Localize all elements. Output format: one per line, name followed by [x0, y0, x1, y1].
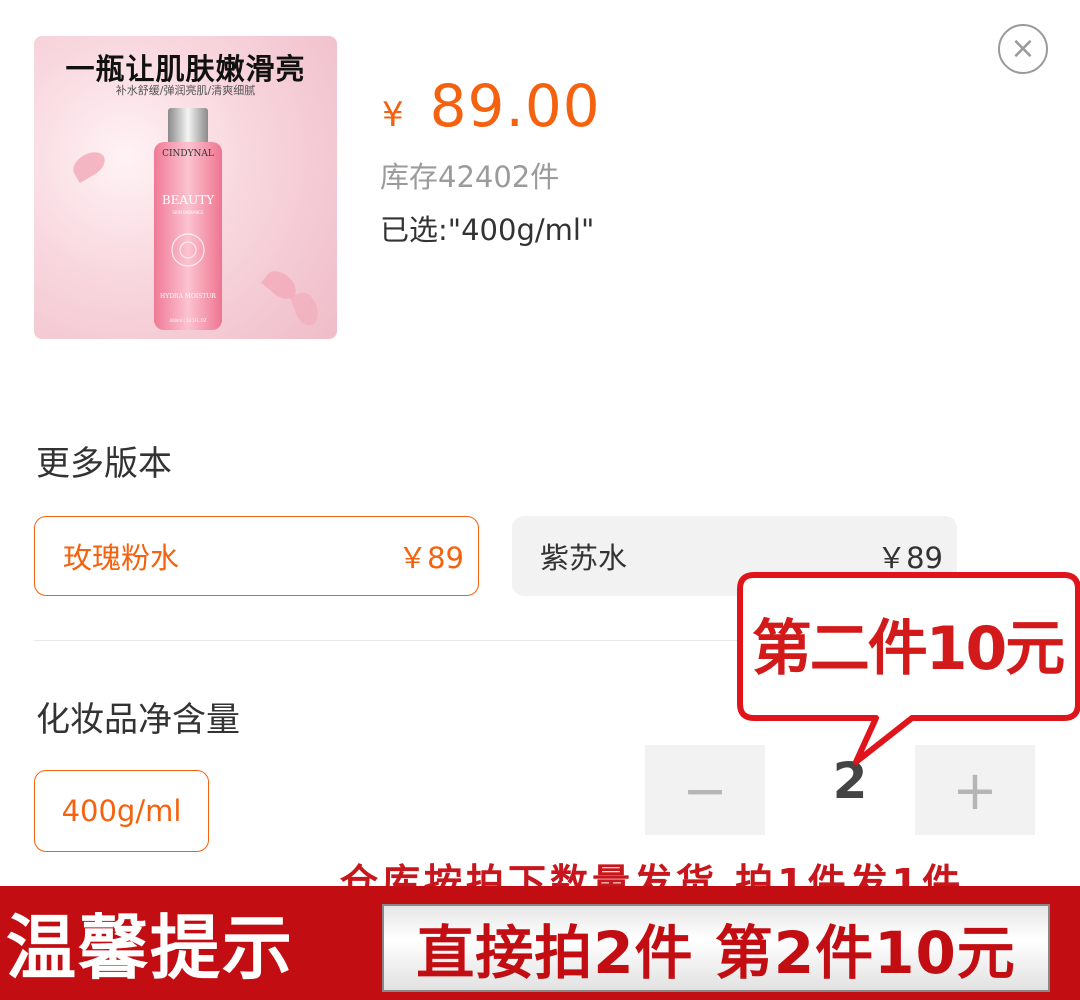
promo-callout-text: 第二件10元	[751, 614, 1066, 684]
version-option-price: ￥89	[877, 541, 943, 575]
net-content-title: 化妆品净含量	[36, 700, 240, 740]
petal-decoration	[68, 146, 110, 184]
version-option-name: 玫瑰粉水	[63, 541, 180, 575]
tip-text: 直接拍2件 第2件10元	[382, 904, 1050, 992]
version-option-rose[interactable]: 玫瑰粉水 ￥89	[34, 516, 479, 596]
close-icon: ×	[1010, 31, 1036, 66]
version-option-price: ￥89	[398, 541, 464, 575]
svg-text:400ml | 14.1FL.OZ: 400ml | 14.1FL.OZ	[169, 318, 206, 323]
quantity-decrease-button[interactable]: −	[645, 745, 765, 835]
petal-decoration	[289, 289, 323, 329]
product-image: 一瓶让肌肤嫩滑亮 补水舒缓/弹润亮肌/清爽细腻 CINDYNAL BEAUTY …	[34, 36, 337, 339]
svg-text:SKIN RADIANCE: SKIN RADIANCE	[172, 210, 204, 215]
version-option-name: 紫苏水	[540, 541, 628, 575]
svg-text:BEAUTY: BEAUTY	[162, 193, 215, 207]
bottle-illustration: CINDYNAL BEAUTY SKIN RADIANCE HYDRA MOIS…	[154, 108, 222, 330]
svg-text:HYDRA MOISTUR: HYDRA MOISTUR	[160, 293, 216, 300]
size-option-400[interactable]: 400g/ml	[34, 770, 209, 852]
close-button[interactable]: ×	[998, 24, 1048, 74]
quantity-value[interactable]: 2	[800, 752, 900, 810]
stock-count: 库存42402件	[380, 160, 560, 194]
versions-title: 更多版本	[36, 444, 172, 484]
image-subtitle: 补水舒缓/弹润亮肌/清爽细腻	[115, 84, 256, 97]
quantity-increase-button[interactable]: +	[915, 745, 1035, 835]
version-option-perilla[interactable]: 紫苏水 ￥89	[512, 516, 957, 596]
plus-icon: +	[952, 758, 998, 822]
svg-text:CINDYNAL: CINDYNAL	[162, 149, 214, 159]
price-value: 89.00	[429, 72, 601, 140]
minus-icon: −	[682, 758, 728, 822]
product-price: ¥ 89.00	[382, 72, 601, 140]
selected-spec: 已选:"400g/ml"	[380, 213, 595, 247]
tip-label: 温馨提示	[6, 907, 294, 989]
price-currency: ¥	[382, 95, 404, 135]
